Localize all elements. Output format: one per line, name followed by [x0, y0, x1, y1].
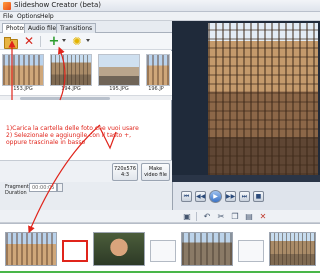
- photo-filename: 196.JP: [148, 86, 164, 92]
- photo-thumbnail[interactable]: [98, 54, 140, 86]
- fragment-duration-area: Fragment Duration 00:00:05: [0, 182, 172, 210]
- timeline-slide[interactable]: [269, 232, 316, 266]
- photo-thumbnail[interactable]: [50, 54, 92, 86]
- slides-timeline: [0, 223, 320, 273]
- instruction-line: 1)Carica la cartella delle foto che vuoi…: [6, 125, 139, 132]
- instruction-line: 2) Selezionale e aggiungile con il tasto…: [6, 132, 132, 139]
- photo-thumbnail-list: 153.JPG 194.JPG 195.JPG 196.JP: [0, 51, 172, 95]
- aspect-ratio-value: 4:3: [120, 172, 130, 178]
- effects-dropdown-arrow-icon[interactable]: [86, 39, 90, 42]
- delete-slide-icon[interactable]: ✕: [258, 212, 268, 221]
- save-icon[interactable]: ▣: [182, 212, 192, 221]
- pane-footer: 720x576 4:3 Make video file: [0, 160, 172, 182]
- fast-forward-icon[interactable]: ▶▶: [225, 191, 236, 202]
- undo-icon[interactable]: ↶: [202, 212, 212, 221]
- fragment-duration-input[interactable]: 00:00:05: [29, 183, 57, 192]
- timeline-transition[interactable]: [150, 240, 176, 262]
- photos-toolbar: ✕ + ✺: [0, 33, 172, 50]
- preview-pane: [172, 21, 320, 182]
- app-icon: [3, 2, 11, 10]
- delete-icon[interactable]: ✕: [22, 35, 36, 48]
- fragment-duration-label: Fragment Duration: [5, 184, 29, 196]
- duration-spinner[interactable]: [57, 183, 63, 192]
- make-video-label: video file: [144, 172, 167, 178]
- scrollbar-thumb[interactable]: [20, 97, 110, 100]
- menu-options[interactable]: Options: [17, 12, 40, 21]
- paste-icon[interactable]: ▤: [244, 212, 254, 221]
- timeline-transition[interactable]: [238, 240, 264, 262]
- add-dropdown-arrow-icon[interactable]: [62, 39, 66, 42]
- timeline-slide[interactable]: [181, 232, 233, 266]
- timeline-toolbar: ▣ ↶ ✂ ❐ ▤ ✕: [172, 210, 320, 223]
- stop-icon[interactable]: ■: [253, 191, 264, 202]
- menu-help[interactable]: Help: [40, 12, 54, 21]
- photo-filename: 194.JPG: [61, 86, 81, 92]
- timeline-transition[interactable]: [62, 240, 88, 262]
- photo-filename: 195.JPG: [109, 86, 129, 92]
- resolution-button[interactable]: 720x576 4:3: [112, 163, 138, 181]
- window-title: Slideshow Creator (beta): [14, 1, 101, 9]
- tab-transitions[interactable]: Transitions: [56, 23, 97, 33]
- toolbar-separator: [196, 212, 197, 221]
- skip-to-end-icon[interactable]: ⏭: [239, 191, 250, 202]
- title-bar: Slideshow Creator (beta): [0, 0, 320, 12]
- instruction-annotation: 1)Carica la cartella delle foto che vuoi…: [6, 125, 166, 146]
- open-folder-icon[interactable]: [3, 35, 18, 49]
- menu-file[interactable]: File: [3, 12, 13, 21]
- playback-controls: ⏮ ◀◀ ▶ ▶▶ ⏭ ■: [172, 182, 320, 210]
- effects-icon[interactable]: ✺: [70, 35, 84, 48]
- toolbar-separator: [40, 36, 41, 47]
- menu-bar: File Options Help: [0, 12, 320, 21]
- thumbnail-scrollbar[interactable]: [0, 95, 172, 100]
- photo-thumbnail[interactable]: [146, 54, 170, 86]
- media-browser-pane: Photos Audio files Transitions ✕ + ✺ 153…: [0, 21, 172, 182]
- timeline-slide[interactable]: [93, 232, 145, 266]
- photo-filename: 153.JPG: [13, 86, 33, 92]
- duration-label: Duration: [5, 190, 27, 196]
- skip-to-start-icon[interactable]: ⏮: [181, 191, 192, 202]
- copy-icon[interactable]: ❐: [230, 212, 240, 221]
- add-icon[interactable]: +: [47, 35, 61, 48]
- rewind-icon[interactable]: ◀◀: [195, 191, 206, 202]
- tab-strip: Photos Audio files Transitions: [0, 21, 172, 34]
- preview-status-strip: [172, 175, 320, 182]
- timeline-slide[interactable]: [5, 232, 57, 266]
- preview-image: [208, 23, 318, 175]
- play-icon[interactable]: ▶: [209, 190, 222, 203]
- cut-icon[interactable]: ✂: [216, 212, 226, 221]
- timeline-toolbar-left: [0, 210, 172, 223]
- photo-thumbnail[interactable]: [2, 54, 44, 86]
- make-video-button[interactable]: Make video file: [141, 163, 170, 181]
- instruction-line: oppure trascinale in basso: [6, 139, 86, 146]
